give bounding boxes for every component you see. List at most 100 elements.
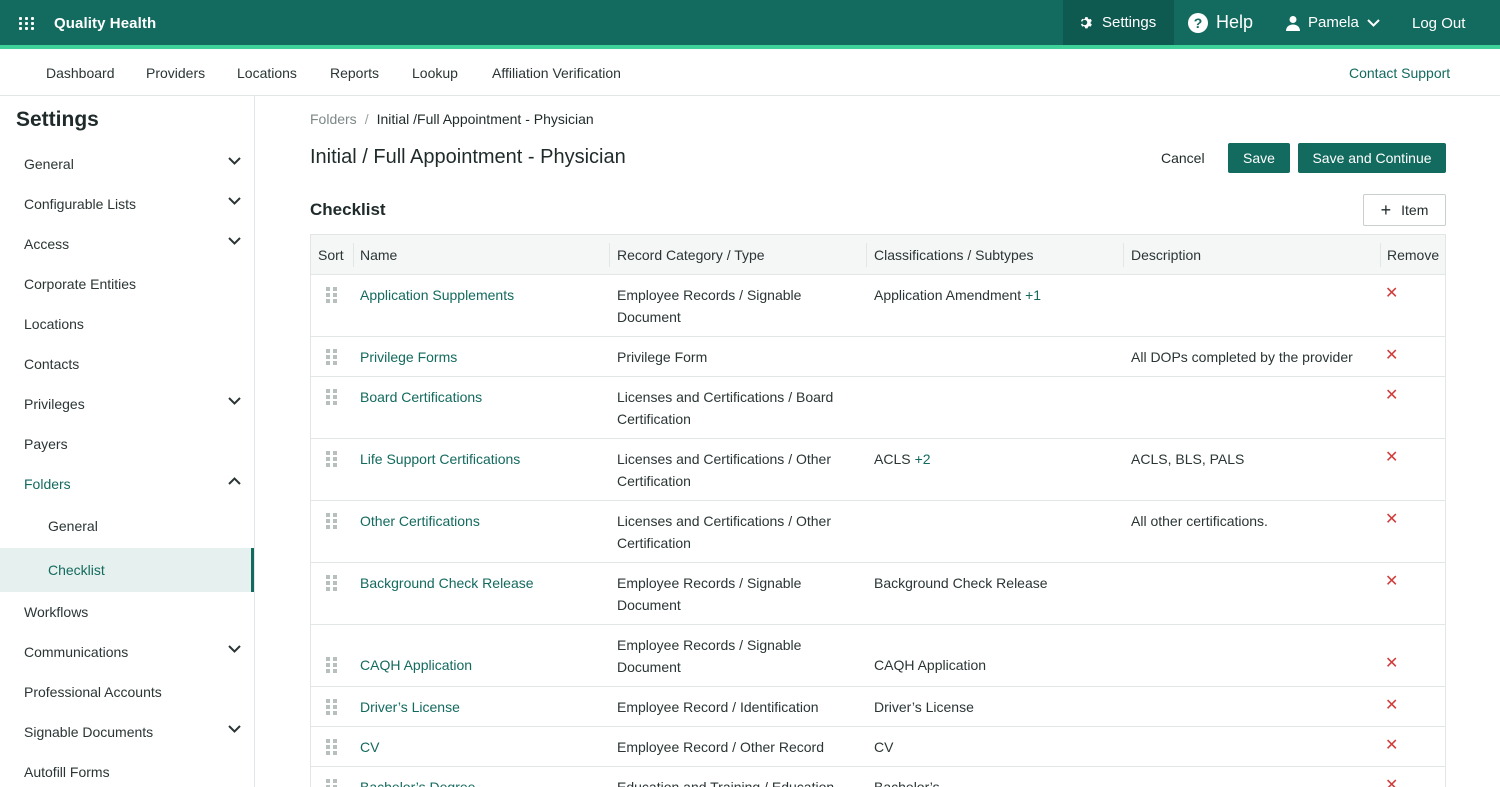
classification-text: Background Check Release: [874, 575, 1048, 591]
table-row: Application Supplements Employee Records …: [311, 275, 1445, 337]
row-category: Licenses and Certifications / Other Cert…: [617, 513, 831, 551]
remove-icon[interactable]: ✕: [1385, 345, 1398, 367]
user-icon: [1286, 15, 1300, 31]
sidebar-item-configurable-lists[interactable]: Configurable Lists: [0, 184, 254, 224]
settings-menu[interactable]: Settings: [1063, 0, 1174, 45]
sidebar-subitem-general[interactable]: General: [0, 504, 254, 548]
drag-handle-icon[interactable]: [326, 575, 337, 591]
page-title: Initial / Full Appointment - Physician: [310, 146, 626, 168]
drag-handle-icon[interactable]: [326, 389, 337, 405]
drag-handle-icon[interactable]: [326, 699, 337, 715]
sidebar-item-locations[interactable]: Locations: [0, 304, 254, 344]
sidebar-item-label: General: [24, 156, 74, 172]
sidebar-subitem-checklist[interactable]: Checklist: [0, 548, 254, 592]
add-item-button[interactable]: + Item: [1363, 194, 1446, 226]
row-name-link[interactable]: CV: [360, 736, 379, 758]
save-button[interactable]: Save: [1228, 143, 1290, 173]
remove-icon[interactable]: ✕: [1385, 509, 1398, 531]
apps-grid-icon[interactable]: [19, 17, 35, 31]
chevron-down-icon: [1367, 18, 1380, 27]
nav-locations[interactable]: Locations: [237, 65, 297, 81]
row-name-link[interactable]: Application Supplements: [360, 284, 514, 306]
chevron-down-icon: [228, 237, 241, 245]
row-category: Employee Record / Identification: [617, 699, 819, 715]
sidebar-item-privileges[interactable]: Privileges: [0, 384, 254, 424]
more-classifications-link[interactable]: +2: [915, 451, 931, 467]
row-name-link[interactable]: Other Certifications: [360, 510, 480, 532]
table-row: Background Check Release Employee Records…: [311, 563, 1445, 625]
remove-icon[interactable]: ✕: [1385, 775, 1398, 787]
drag-handle-icon[interactable]: [326, 451, 337, 467]
remove-icon[interactable]: ✕: [1385, 735, 1398, 757]
sidebar-item-payers[interactable]: Payers: [0, 424, 254, 464]
sidebar-item-corporate-entities[interactable]: Corporate Entities: [0, 264, 254, 304]
row-name-link[interactable]: Life Support Certifications: [360, 448, 520, 470]
row-description: All DOPs completed by the provider: [1131, 349, 1353, 365]
row-classification: Application Amendment +1: [874, 284, 1114, 306]
nav-providers[interactable]: Providers: [146, 65, 205, 81]
row-category: Licenses and Certifications / Other Cert…: [617, 451, 831, 489]
row-name-link[interactable]: Bachelor’s Degree: [360, 776, 475, 787]
sidebar-item-communications[interactable]: Communications: [0, 632, 254, 672]
contact-support-link[interactable]: Contact Support: [1349, 65, 1450, 81]
main-nav: Dashboard Providers Locations Reports Lo…: [0, 49, 1500, 96]
sidebar-item-label: General: [48, 518, 98, 534]
nav-dashboard[interactable]: Dashboard: [46, 65, 115, 81]
row-name-link[interactable]: Board Certifications: [360, 386, 482, 408]
remove-icon[interactable]: ✕: [1385, 571, 1398, 593]
remove-icon[interactable]: ✕: [1385, 695, 1398, 717]
sidebar-item-label: Payers: [24, 436, 68, 452]
nav-reports[interactable]: Reports: [330, 65, 379, 81]
cancel-button[interactable]: Cancel: [1148, 143, 1218, 173]
chevron-down-icon: [228, 397, 241, 405]
classification-text: CAQH Application: [874, 657, 987, 673]
table-row: CAQH Application Employee Records / Signa…: [311, 625, 1445, 687]
nav-affiliation-verification[interactable]: Affiliation Verification: [492, 65, 621, 81]
drag-handle-icon[interactable]: [326, 349, 337, 365]
classification-text: Application Amendment: [874, 287, 1022, 303]
remove-icon[interactable]: ✕: [1385, 653, 1398, 675]
sidebar-item-autofill-forms[interactable]: Autofill Forms: [0, 752, 254, 787]
sidebar-item-folders[interactable]: Folders: [0, 464, 254, 504]
sidebar-item-label: Checklist: [48, 562, 105, 578]
brand-name[interactable]: Quality Health: [54, 15, 156, 32]
table-row: CV Employee Record / Other Record CV ✕: [311, 727, 1445, 767]
sidebar-item-signable-documents[interactable]: Signable Documents: [0, 712, 254, 752]
row-name-link[interactable]: Driver’s License: [360, 696, 460, 718]
help-label: Help: [1216, 12, 1254, 32]
sidebar-item-professional-accounts[interactable]: Professional Accounts: [0, 672, 254, 712]
sidebar-item-label: Locations: [24, 316, 84, 332]
user-menu[interactable]: Pamela: [1286, 0, 1380, 45]
remove-icon[interactable]: ✕: [1385, 447, 1398, 469]
sidebar-item-access[interactable]: Access: [0, 224, 254, 264]
chevron-down-icon: [228, 645, 241, 653]
row-name-link[interactable]: Privilege Forms: [360, 346, 457, 368]
help-menu[interactable]: ? Help: [1188, 0, 1253, 45]
sidebar-item-label: Corporate Entities: [24, 276, 137, 292]
sidebar-item-contacts[interactable]: Contacts: [0, 344, 254, 384]
remove-icon[interactable]: ✕: [1385, 385, 1398, 407]
classification-text: Bachelor’s: [874, 779, 940, 787]
drag-handle-icon[interactable]: [326, 739, 337, 755]
drag-handle-icon[interactable]: [326, 779, 337, 787]
save-and-continue-button[interactable]: Save and Continue: [1298, 143, 1446, 173]
row-name-link[interactable]: CAQH Application: [360, 654, 472, 676]
breadcrumb-parent-link[interactable]: Folders: [310, 111, 357, 127]
row-description: ACLS, BLS, PALS: [1131, 451, 1245, 467]
drag-handle-icon[interactable]: [326, 287, 337, 303]
logout-link[interactable]: Log Out: [1412, 15, 1465, 32]
table-row: Bachelor’s Degree Education and Training …: [311, 767, 1445, 787]
checklist-title: Checklist: [310, 200, 386, 219]
row-name-link[interactable]: Background Check Release: [360, 572, 534, 594]
column-divider: [609, 243, 610, 267]
drag-handle-icon[interactable]: [326, 657, 337, 673]
row-classification: Bachelor’s: [874, 776, 1114, 787]
sidebar-item-general[interactable]: General: [0, 144, 254, 184]
remove-icon[interactable]: ✕: [1385, 283, 1398, 305]
sidebar-item-workflows[interactable]: Workflows: [0, 592, 254, 632]
drag-handle-icon[interactable]: [326, 513, 337, 529]
more-classifications-link[interactable]: +1: [1025, 287, 1041, 303]
column-divider: [1123, 243, 1124, 267]
sidebar-item-label: Signable Documents: [24, 724, 154, 740]
nav-lookup[interactable]: Lookup: [412, 65, 458, 81]
